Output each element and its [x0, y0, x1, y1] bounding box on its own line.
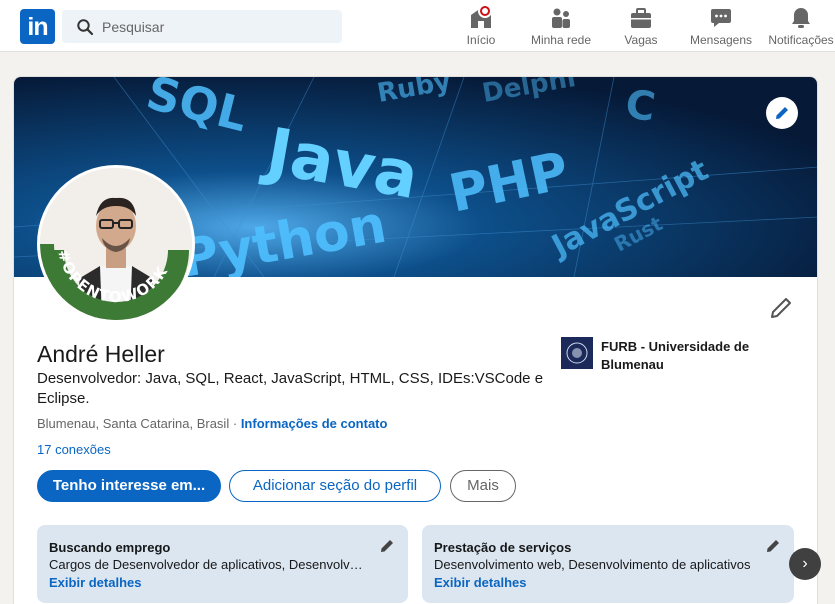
nav-item-label: Notificações — [768, 33, 834, 47]
add-profile-section-button[interactable]: Adicionar seção do perfil — [229, 470, 441, 502]
contact-info-link[interactable]: Informações de contato — [241, 416, 388, 431]
box-description: Cargos de Desenvolvedor de aplicativos, … — [49, 557, 369, 572]
linkedin-logo[interactable]: in — [20, 9, 55, 44]
education-logo[interactable] — [561, 337, 593, 369]
university-seal-icon — [566, 342, 588, 364]
profile-avatar[interactable]: #OPENTOWORK — [37, 165, 195, 323]
profile-name: André Heller — [37, 341, 165, 367]
providing-services-box: Prestação de serviços Desenvolvimento we… — [422, 525, 794, 603]
avatar: #OPENTOWORK — [40, 168, 192, 320]
pencil-icon[interactable] — [379, 538, 395, 554]
nav-item-label: Início — [466, 33, 496, 47]
nav-item-messaging[interactable]: Mensagens — [689, 6, 753, 47]
network-icon — [552, 8, 570, 28]
avatar-photo: #OPENTOWORK — [40, 168, 192, 320]
show-details-link[interactable]: Exibir detalhes — [434, 575, 526, 590]
edit-banner-button[interactable] — [766, 97, 798, 129]
profile-headline: Desenvolvedor: Java, SQL, React, JavaScr… — [37, 370, 544, 407]
pencil-icon — [776, 107, 788, 119]
top-navigation: in Início Minha rede Vagas — [0, 0, 835, 52]
location-line: Blumenau, Santa Catarina, Brasil · Infor… — [37, 416, 387, 431]
box-title: Buscando emprego — [49, 540, 171, 555]
nav-item-label: Minha rede — [530, 33, 592, 47]
notification-badge — [478, 4, 492, 18]
connections-link[interactable]: 17 conexões — [37, 442, 111, 457]
show-details-link[interactable]: Exibir detalhes — [49, 575, 141, 590]
more-button[interactable]: Mais — [450, 470, 516, 502]
nav-item-label: Vagas — [624, 33, 658, 47]
nav-item-network[interactable]: Minha rede — [527, 6, 595, 47]
box-description: Desenvolvimento web, Desenvolvimento de … — [434, 557, 751, 572]
box-title: Prestação de serviços — [434, 540, 572, 555]
nav-item-home[interactable]: Início — [463, 4, 499, 47]
pencil-icon[interactable] — [765, 538, 781, 554]
nav-item-notifications[interactable]: Notificações — [766, 6, 835, 47]
pencil-icon — [771, 298, 791, 318]
search-input[interactable] — [102, 10, 332, 43]
open-to-button[interactable]: Tenho interesse em... — [37, 470, 221, 502]
search-icon — [77, 19, 94, 36]
messaging-icon — [711, 9, 731, 27]
separator: · — [232, 416, 238, 431]
search-bar[interactable] — [62, 10, 342, 43]
profile-location: Blumenau, Santa Catarina, Brasil — [37, 416, 230, 431]
education-name[interactable]: FURB - Universidade de Blumenau — [601, 338, 771, 374]
edit-profile-button[interactable] — [769, 296, 793, 320]
nav-item-jobs[interactable]: Vagas — [622, 6, 660, 47]
briefcase-icon — [631, 8, 651, 28]
nav-item-label: Mensagens — [689, 33, 753, 47]
bell-icon — [792, 8, 810, 28]
open-to-work-box: Buscando emprego Cargos de Desenvolvedor… — [37, 525, 408, 603]
carousel-next-button[interactable]: › — [789, 548, 821, 580]
